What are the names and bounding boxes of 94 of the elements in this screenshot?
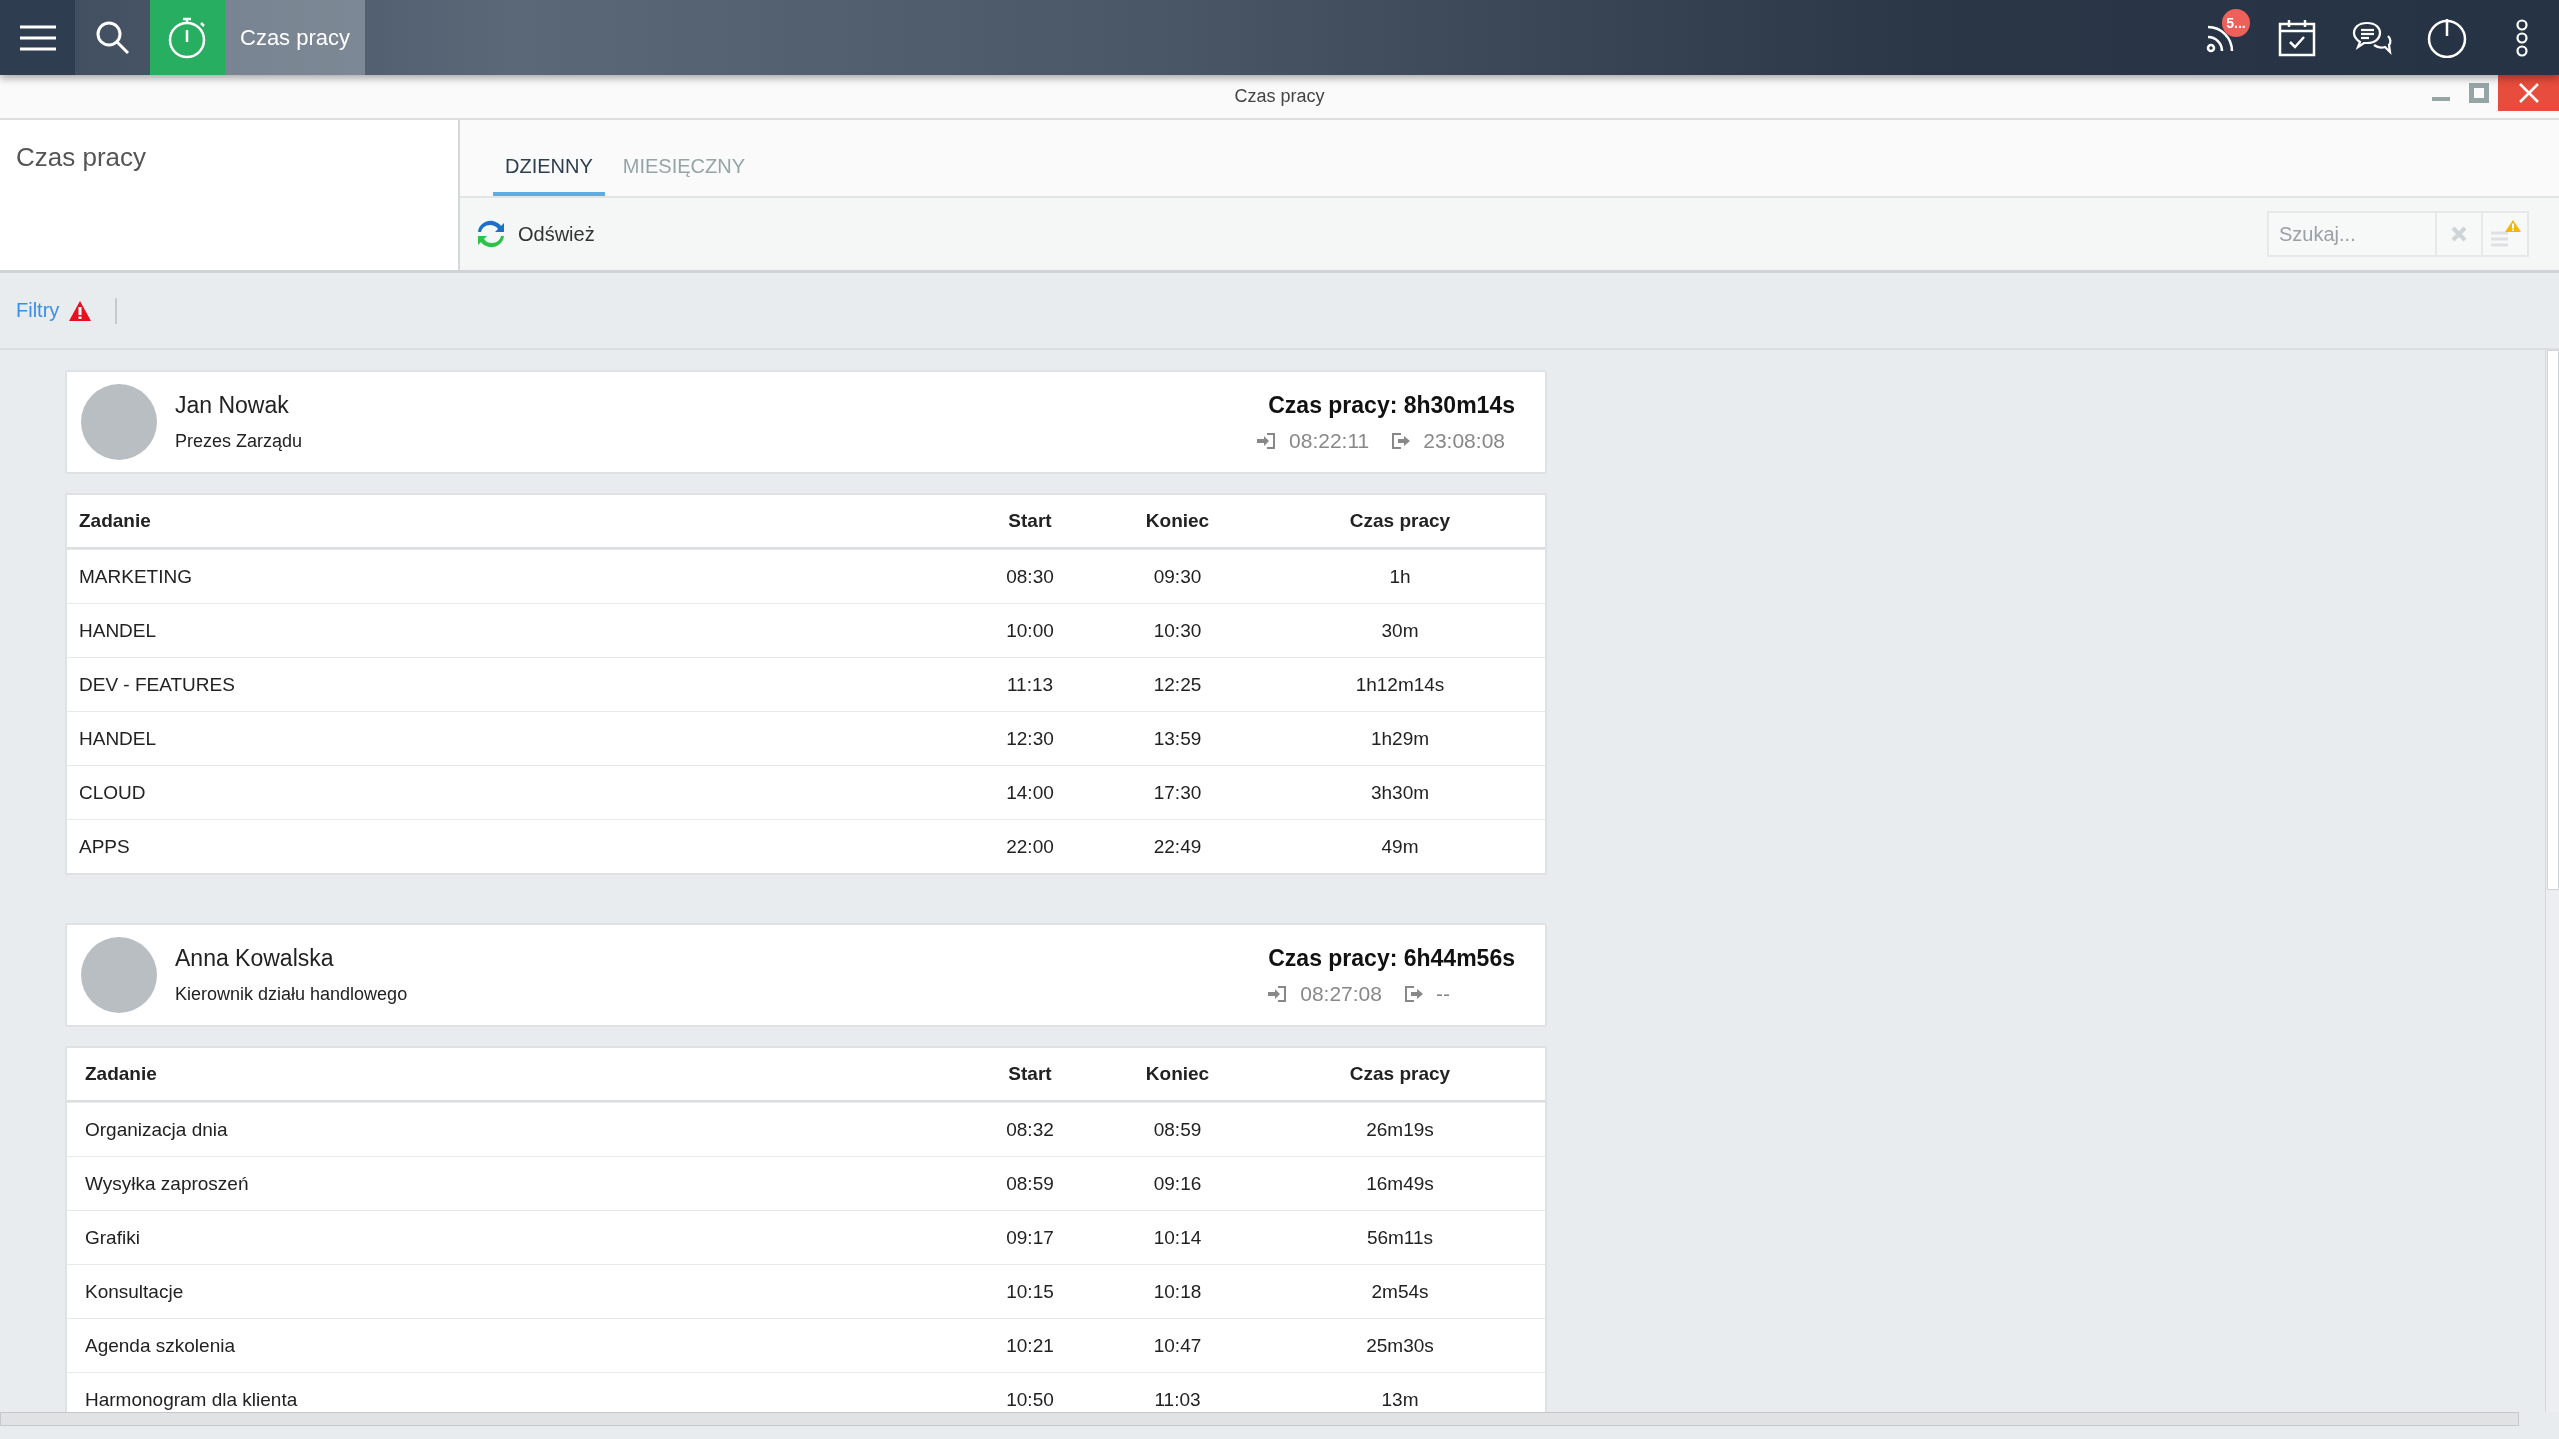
table-cell-text: 22:49 <box>1152 835 1203 858</box>
table-cell-text: 3h30m <box>1369 781 1431 804</box>
table-cell-text: 10:21 <box>1005 1334 1055 1357</box>
module-title: Czas pracy <box>16 142 148 173</box>
close-icon <box>2517 82 2540 104</box>
table-cell-text: 56m11s <box>1365 1226 1435 1249</box>
table-cell-text: 26m19s <box>1365 1118 1435 1141</box>
table-cell-text: 10:47 <box>1152 1334 1203 1357</box>
table-cell-text: 12:25 <box>1152 673 1203 696</box>
work-time-total: Czas pracy: 8h30m14s <box>1268 391 1515 419</box>
table-cell-text: 12:30 <box>1005 727 1055 750</box>
column-header: Zadanie <box>78 510 152 532</box>
table-cell-text: 14:00 <box>1005 781 1055 804</box>
column-header: Zadanie <box>84 1063 158 1085</box>
power-icon <box>2426 17 2467 58</box>
column-header: Start <box>1007 1063 1053 1085</box>
table-cell-text: 13m <box>1380 1388 1420 1411</box>
employee-position: Kierownik działu handlowego <box>175 984 408 1005</box>
clock-in-time: 08:27:08 <box>1300 981 1382 1006</box>
column-header: Koniec <box>1144 1063 1211 1085</box>
clock-in-time: 08:22:11 <box>1289 428 1370 453</box>
table-cell-text: Konsultacje <box>84 1280 185 1303</box>
table-cell-text: 09:17 <box>1005 1226 1055 1249</box>
employee-position: Prezes Zarządu <box>175 431 303 452</box>
table-cell-text: 10:00 <box>1005 619 1055 642</box>
table-cell-text: 08:59 <box>1005 1172 1055 1195</box>
table-cell-text: CLOUD <box>78 781 147 804</box>
search-icon <box>94 19 131 56</box>
tab[interactable]: MIESIĘCZNY <box>610 155 758 196</box>
table-cell-text: 16m49s <box>1365 1172 1435 1195</box>
table-cell-text: 10:30 <box>1152 619 1203 642</box>
table-cell-text: 11:03 <box>1153 1388 1202 1411</box>
list-warning-icon <box>2488 219 2522 249</box>
stopwatch-icon <box>167 16 208 59</box>
list-options-button[interactable] <box>2483 211 2529 257</box>
table-cell-text: 10:15 <box>1005 1280 1055 1303</box>
table-cell-text: 10:50 <box>1005 1388 1055 1411</box>
table-cell-text: Agenda szkolenia <box>84 1334 236 1357</box>
sign-out-icon <box>1391 431 1412 450</box>
table-cell-text: 1h <box>1388 565 1412 588</box>
refresh-button[interactable]: Odśwież <box>470 213 599 255</box>
table-cell-text: Organizacja dnia <box>84 1118 229 1141</box>
feed-button[interactable]: 5... <box>2184 0 2259 75</box>
table-cell-text: 10:14 <box>1152 1226 1203 1249</box>
notification-badge: 5... <box>2222 9 2250 37</box>
table-cell-text: 13:59 <box>1152 727 1203 750</box>
table-cell-text: 25m30s <box>1365 1334 1435 1357</box>
table-cell-text: 30m <box>1380 619 1420 642</box>
table-cell-text: 17:30 <box>1152 781 1203 804</box>
menu-button[interactable] <box>0 0 75 75</box>
clock-out-time: 23:08:08 <box>1423 428 1505 453</box>
close-button[interactable] <box>2498 75 2559 111</box>
sign-out-icon <box>1404 984 1424 1003</box>
maximize-icon <box>2469 83 2489 103</box>
table-cell-text: Grafiki <box>84 1226 141 1249</box>
table-cell-text: 09:16 <box>1152 1172 1203 1195</box>
sign-in-icon <box>1257 431 1278 450</box>
more-vertical-icon <box>2514 18 2529 57</box>
table-cell-text: Harmonogram dla klienta <box>84 1388 299 1411</box>
table-cell-text: APPS <box>78 835 131 858</box>
table-cell-text: HANDEL <box>78 727 158 750</box>
table-cell-text: 10:18 <box>1152 1280 1203 1303</box>
chat-icon <box>2351 19 2392 56</box>
clock-out-time: -- <box>1436 981 1450 1006</box>
table-cell-text: 11:13 <box>1005 673 1055 696</box>
filters-link[interactable]: Filtry <box>16 299 60 322</box>
table-cell-text: 08:32 <box>1005 1118 1055 1141</box>
table-cell-text: 08:59 <box>1152 1118 1203 1141</box>
search-field[interactable]: Szukaj... <box>2267 211 2437 257</box>
column-header: Czas pracy <box>1348 1063 1452 1085</box>
table-cell-text: 2m54s <box>1370 1280 1430 1303</box>
table-cell-text: 1h29m <box>1369 727 1431 750</box>
table-cell-text: 1h12m14s <box>1354 673 1446 696</box>
table-cell-text: 09:30 <box>1152 565 1203 588</box>
app-title: Czas pracy <box>225 0 366 75</box>
table-cell-text: 49m <box>1380 835 1420 858</box>
warning-icon <box>69 300 92 321</box>
sign-in-icon <box>1268 984 1289 1003</box>
work-time-total: Czas pracy: 6h44m56s <box>1268 944 1515 972</box>
column-header: Czas pracy <box>1348 510 1452 532</box>
employee-name: Jan Nowak <box>175 392 290 419</box>
minimize-icon <box>2432 97 2450 101</box>
column-header: Koniec <box>1144 510 1211 532</box>
table-cell-text: DEV - FEATURES <box>78 673 236 696</box>
window-title: Czas pracy <box>1234 86 1325 107</box>
table-cell-text: HANDEL <box>78 619 158 642</box>
table-cell-text: 08:30 <box>1005 565 1055 588</box>
column-header: Start <box>1007 510 1053 532</box>
table-cell-text: 22:00 <box>1005 835 1055 858</box>
table-cell-text: Wysyłka zaproszeń <box>84 1172 250 1195</box>
table-cell-text: MARKETING <box>78 565 193 588</box>
clear-icon <box>2451 226 2467 242</box>
calendar-check-icon <box>2277 18 2316 57</box>
employee-name: Anna Kowalska <box>175 945 335 972</box>
